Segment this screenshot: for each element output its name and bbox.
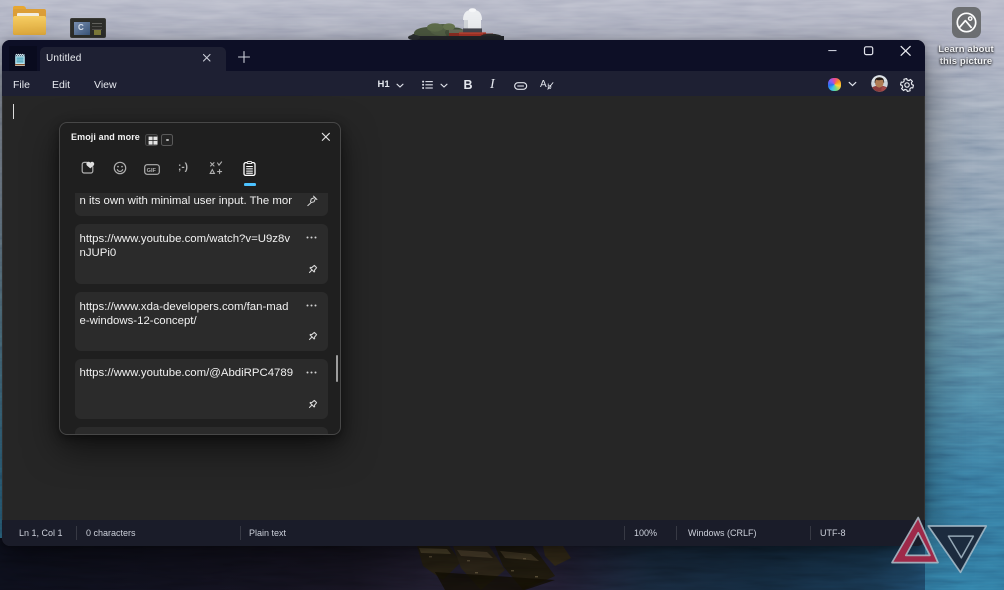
svg-text:GIF: GIF	[147, 168, 157, 174]
svg-text:A: A	[540, 79, 547, 90]
